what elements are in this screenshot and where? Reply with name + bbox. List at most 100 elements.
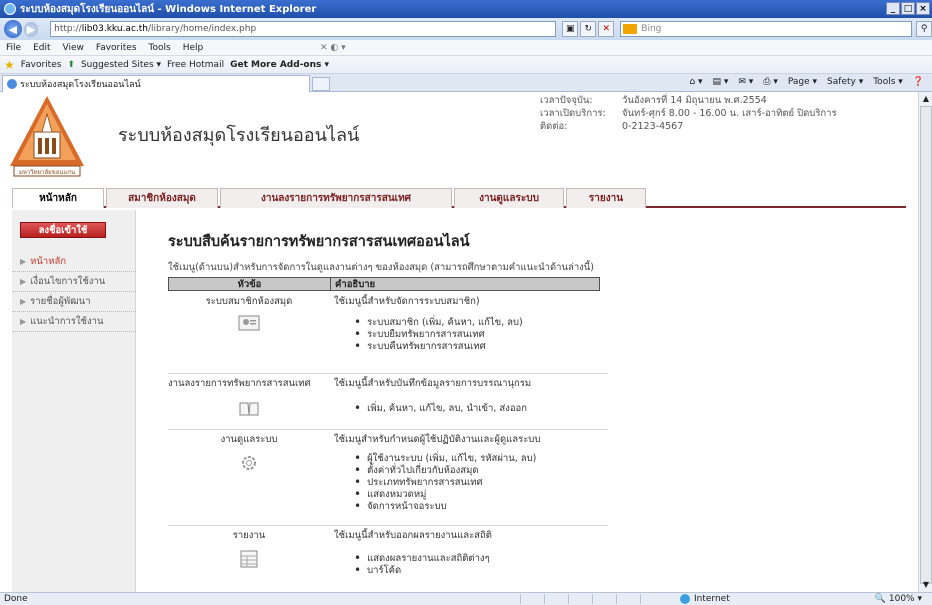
maximize-button[interactable]: □ xyxy=(901,2,915,15)
vertical-scrollbar[interactable]: ▲ ▼ xyxy=(918,92,932,592)
favorites-bar: ★ Favorites ⬆ Suggested Sites ▾ Free Hot… xyxy=(0,56,932,74)
sidebar-list: ▶ หน้าหลัก ▶ เงื่อนไขการใช้งาน ▶ รายชื่อผู้… xyxy=(12,252,136,332)
section-name[interactable]: งานลงรายการทรัพยากรสารสนเทศ xyxy=(168,376,330,391)
section-items: เพิ่ม, ค้นหา, แก้ไข, ลบ, นำเข้า, ส่งออก xyxy=(354,402,527,414)
new-tab-button[interactable] xyxy=(312,77,330,91)
sidebar-item-label: หน้าหลัก xyxy=(30,256,67,267)
address-input[interactable]: http://lib03.kku.ac.th/library/home/inde… xyxy=(50,21,557,37)
menu-view[interactable]: View xyxy=(63,43,84,53)
report-table-icon[interactable] xyxy=(238,550,260,568)
info-hours-key: เวลาเปิดบริการ: xyxy=(540,108,606,119)
list-item: บาร์โค้ด xyxy=(354,564,490,576)
menu-favorites[interactable]: Favorites xyxy=(96,43,137,53)
zone-label: Internet xyxy=(694,594,730,604)
menu-tools[interactable]: Tools xyxy=(149,43,171,53)
zoom-icon: 🔍 xyxy=(874,594,886,604)
addons-link[interactable]: Get More Add-ons ▾ xyxy=(230,60,329,70)
add-favorite-icon[interactable]: ⬆ xyxy=(67,60,75,70)
sidebar-item-terms[interactable]: ▶ เงื่อนไขการใช้งาน xyxy=(12,272,136,292)
scroll-thumb[interactable] xyxy=(920,106,932,584)
command-bar: ⌂ ▾ ▤ ▾ ✉ ▾ ⎙ ▾ Page ▾ Safety ▾ Tools ▾ … xyxy=(689,77,924,87)
hotmail-link[interactable]: Free Hotmail xyxy=(167,60,224,70)
refresh-icon[interactable]: ↻ xyxy=(580,21,597,37)
sidebar-item-developers[interactable]: ▶ รายชื่อผู้พัฒนา xyxy=(12,292,136,312)
nav-cataloging[interactable]: งานลงรายการทรัพยากรสารสนเทศ xyxy=(220,188,452,208)
section-desc: ใช้เมนูนี้สำหรับออกผลรายงานและสถิติ xyxy=(334,530,492,541)
menu-file[interactable]: File xyxy=(6,43,21,53)
minimize-button[interactable]: _ xyxy=(886,2,900,15)
university-logo: มหาวิทยาลัยขอนแก่น xyxy=(10,96,84,177)
arrow-icon: ▶ xyxy=(20,317,27,326)
section-name[interactable]: งานดูแลระบบ xyxy=(168,432,330,447)
search-icon[interactable]: ⚲ xyxy=(916,21,932,37)
favorites-button[interactable]: Favorites xyxy=(21,60,62,70)
nav-admin[interactable]: งานดูแลระบบ xyxy=(454,188,564,208)
nav-members[interactable]: สมาชิกห้องสมุด xyxy=(106,188,218,208)
sidebar: ลงชื่อเข้าใช้ ▶ หน้าหลัก ▶ เงื่อนไขการใช้ง… xyxy=(12,210,136,592)
search-input[interactable]: Bing xyxy=(620,21,913,37)
status-panes xyxy=(520,594,662,604)
browser-tab[interactable]: ระบบห้องสมุดโรงเรียนออนไลน์ xyxy=(2,75,310,92)
ie-icon xyxy=(4,3,16,15)
tab-bar: ระบบห้องสมุดโรงเรียนออนไลน์ ⌂ ▾ ▤ ▾ ✉ ▾ … xyxy=(0,74,932,92)
section-items: ผู้ใช้งานระบบ (เพิ่ม, แก้ไข, รหัสผ่าน, ล… xyxy=(354,452,536,512)
menu-bar: File Edit View Favorites Tools Help ✕ ◐ … xyxy=(0,40,932,56)
page-heading: ระบบสืบค้นรายการทรัพยากรสารสนเทศออนไลน์ xyxy=(168,234,470,250)
window-title: ระบบห้องสมุดโรงเรียนออนไลน์ - Windows In… xyxy=(20,3,317,15)
page-menu[interactable]: Page ▾ xyxy=(788,77,817,87)
compat-view-icon[interactable]: ▣ xyxy=(562,21,579,37)
safety-menu[interactable]: Safety ▾ xyxy=(827,77,863,87)
scroll-down-icon[interactable]: ▼ xyxy=(920,579,932,591)
sidebar-item-home[interactable]: ▶ หน้าหลัก xyxy=(12,252,136,272)
zoom-control[interactable]: 🔍 100% ▾ xyxy=(875,594,922,604)
address-tools: ▣ ↻ ✕ xyxy=(562,21,615,37)
menu-edit[interactable]: Edit xyxy=(33,43,50,53)
page-description: ใช้เมนู(ด้านบน)สำหรับการจัดการในดูแลงานต… xyxy=(168,262,595,273)
print-icon[interactable]: ⎙ ▾ xyxy=(763,77,778,87)
sidebar-item-label: เงื่อนไขการใช้งาน xyxy=(30,276,106,287)
list-item: จัดการหน้าจอระบบ xyxy=(354,500,536,512)
section-desc: ใช้เมนูสำหรับกำหนดผู้ใช้ปฏิบัติงานและผู้… xyxy=(334,434,541,445)
mail-icon[interactable]: ✉ ▾ xyxy=(738,77,753,87)
section-items: ระบบสมาชิก (เพิ่ม, ค้นหา, แก้ไข, ลบ) ระบ… xyxy=(354,316,523,352)
logo-text: มหาวิทยาลัยขอนแก่น xyxy=(19,169,75,176)
address-toolbar: ◀ ▶ http://lib03.kku.ac.th/library/home/… xyxy=(0,18,932,40)
nav-home[interactable]: หน้าหลัก xyxy=(12,188,104,208)
home-icon[interactable]: ⌂ ▾ xyxy=(689,77,702,87)
menu-help[interactable]: Help xyxy=(183,43,204,53)
status-text: Done xyxy=(4,594,28,604)
info-hours-value: จันทร์-ศุกร์ 8.00 - 16.00 น. เสาร์-อาทิต… xyxy=(622,108,837,119)
section-reports: รายงาน ใช้เมนูนี้สำหรับออกผลรายงานและสถิ… xyxy=(168,528,608,592)
book-icon[interactable] xyxy=(238,400,260,418)
help-icon[interactable]: ❓ xyxy=(913,77,924,87)
close-button[interactable]: × xyxy=(916,2,930,15)
feeds-icon[interactable]: ▤ ▾ xyxy=(712,77,728,87)
main-nav: หน้าหลัก สมาชิกห้องสมุด งานลงรายการทรัพย… xyxy=(12,188,906,208)
convert-icon[interactable]: ✕ ◐ ▾ xyxy=(320,43,346,53)
section-items: แสดงผลรายงานและสถิติต่างๆ บาร์โค้ด xyxy=(354,552,490,576)
list-item: ระบบคืนทรัพยากรสารสนเทศ xyxy=(354,340,523,352)
back-button[interactable]: ◀ xyxy=(4,20,22,38)
suggested-sites-link[interactable]: Suggested Sites ▾ xyxy=(81,60,161,70)
scroll-up-icon[interactable]: ▲ xyxy=(920,93,932,105)
login-button[interactable]: ลงชื่อเข้าใช้ xyxy=(20,222,106,238)
arrow-icon: ▶ xyxy=(20,297,27,306)
stop-icon[interactable]: ✕ xyxy=(598,21,615,37)
section-name[interactable]: รายงาน xyxy=(168,528,330,543)
member-card-icon[interactable] xyxy=(238,314,260,332)
sidebar-item-guide[interactable]: ▶ แนะนำการใช้งาน xyxy=(12,312,136,332)
gear-icon[interactable] xyxy=(238,454,260,472)
favorites-star-icon[interactable]: ★ xyxy=(4,58,15,72)
list-item: เพิ่ม, ค้นหา, แก้ไข, ลบ, นำเข้า, ส่งออก xyxy=(354,402,527,414)
tab-title: ระบบห้องสมุดโรงเรียนออนไลน์ xyxy=(20,80,141,90)
forward-button[interactable]: ▶ xyxy=(23,21,39,37)
info-contact-key: ติดต่อ: xyxy=(540,121,568,132)
url-domain: lib03.kku.ac.th xyxy=(81,24,148,34)
security-zone[interactable]: Internet xyxy=(680,594,730,604)
tools-menu[interactable]: Tools ▾ xyxy=(873,77,903,87)
page-viewport: มหาวิทยาลัยขอนแก่น ระบบห้องสมุดโรงเรียนอ… xyxy=(0,92,918,592)
nav-reports[interactable]: รายงาน xyxy=(566,188,646,208)
col-description: คำอธิบาย xyxy=(331,278,599,290)
section-name[interactable]: ระบบสมาชิกห้องสมุด xyxy=(168,294,330,309)
window-titlebar: ระบบห้องสมุดโรงเรียนออนไลน์ - Windows In… xyxy=(0,0,932,18)
